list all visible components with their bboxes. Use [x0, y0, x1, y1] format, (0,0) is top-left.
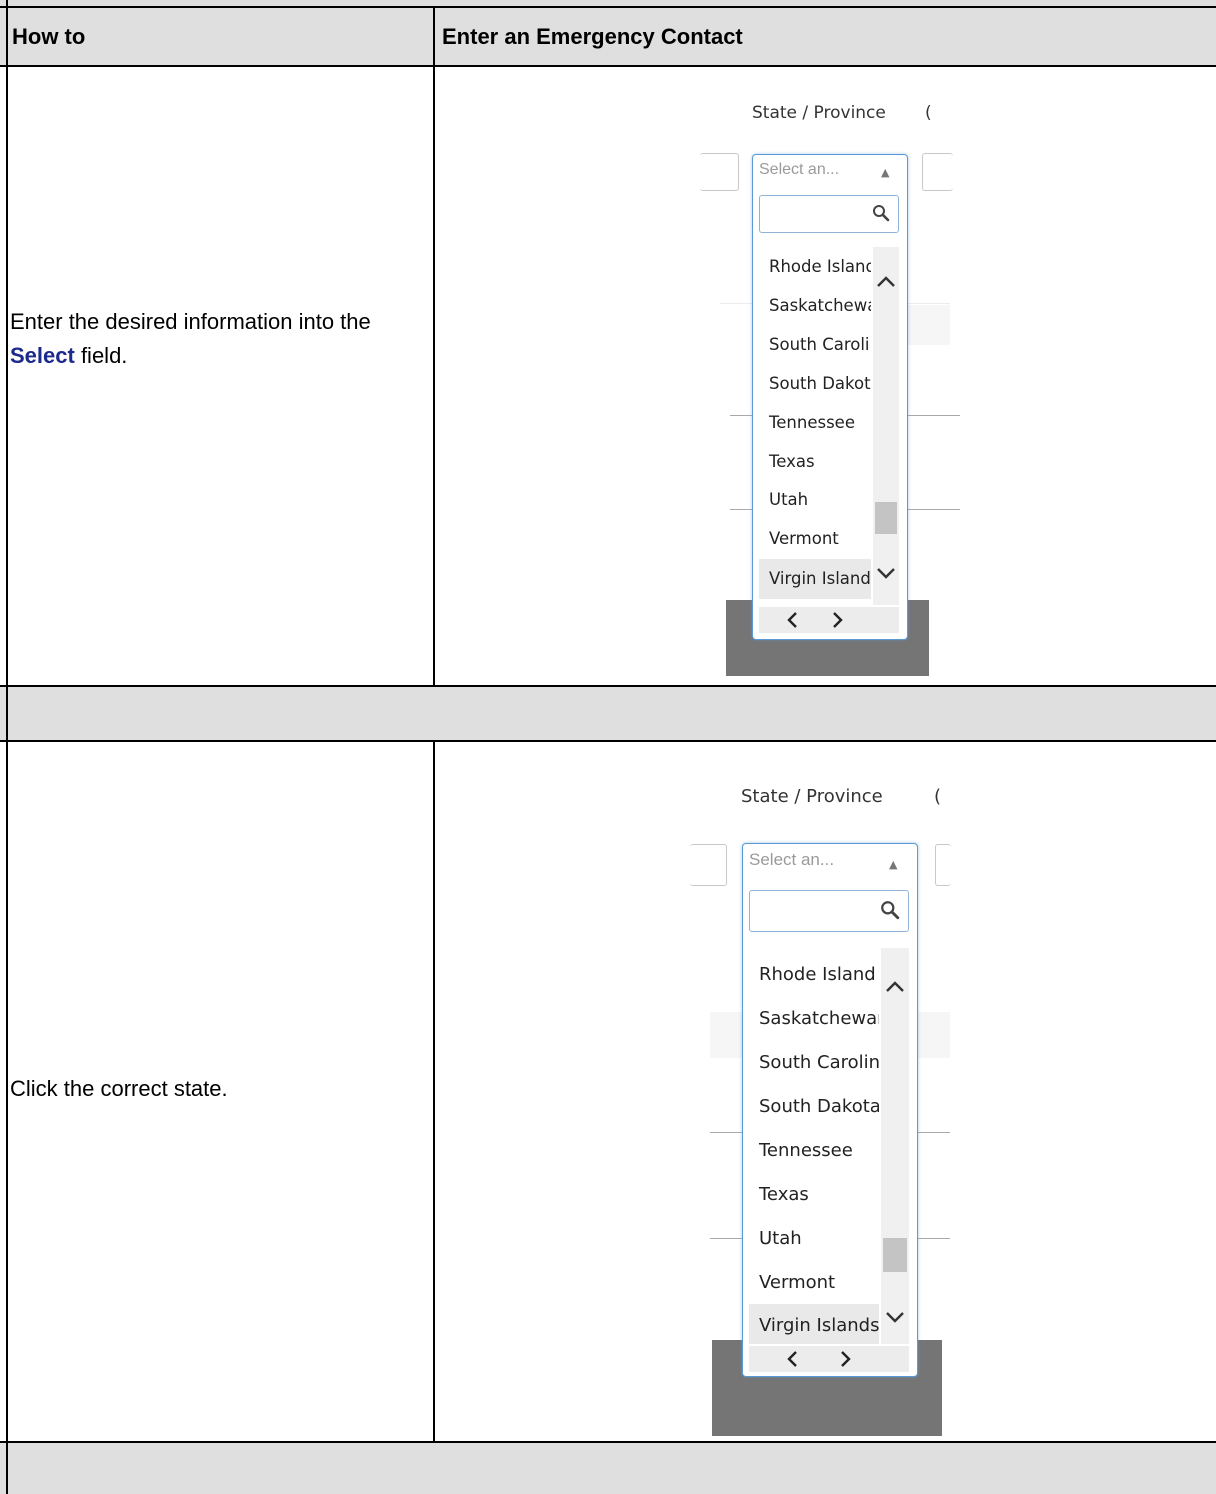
- table-border: [6, 0, 8, 1494]
- option-item[interactable]: Tennessee: [759, 413, 855, 432]
- chevron-down-icon[interactable]: [875, 566, 897, 580]
- adjacent-field-right: [922, 153, 953, 191]
- pager-bar: [749, 1346, 909, 1372]
- option-item[interactable]: South Carolina: [759, 335, 871, 354]
- chevron-right-icon[interactable]: [839, 1350, 853, 1368]
- search-input[interactable]: [759, 195, 899, 233]
- adjacent-field-left: [700, 153, 739, 191]
- option-item[interactable]: Vermont: [749, 1272, 835, 1293]
- search-icon: [881, 901, 900, 920]
- state-select-dropdown[interactable]: Select an... ▲ Rhode Island Saskatchewan…: [752, 154, 908, 640]
- options-list: Rhode Island Saskatchewan South Carolina…: [759, 247, 871, 605]
- table-border: [0, 740, 1216, 742]
- table-border: [0, 65, 1216, 67]
- row1-instruction: Enter the desired information into the S…: [10, 305, 428, 373]
- chevron-up-icon[interactable]: [884, 980, 906, 994]
- option-item[interactable]: South Dakota: [759, 374, 871, 393]
- state-province-label: State / Province: [741, 786, 883, 807]
- scrollbar-thumb[interactable]: [875, 502, 897, 534]
- scrollbar-thumb[interactable]: [883, 1238, 907, 1272]
- option-item-highlighted[interactable]: Virgin Islands: [759, 559, 871, 599]
- caret-up-icon[interactable]: ▲: [881, 166, 889, 179]
- option-item[interactable]: Texas: [759, 452, 815, 471]
- option-item[interactable]: Texas: [749, 1184, 809, 1205]
- table-border: [0, 6, 1216, 8]
- select-placeholder[interactable]: Select an...: [749, 850, 834, 870]
- table-border: [433, 740, 435, 1442]
- options-list: Rhode Island Saskatchewan South Carolina…: [749, 948, 879, 1344]
- option-item[interactable]: Utah: [759, 490, 808, 509]
- option-item[interactable]: Rhode Island: [759, 257, 871, 276]
- option-item[interactable]: South Dakota: [749, 1096, 879, 1117]
- search-icon: [873, 205, 890, 222]
- chevron-down-icon[interactable]: [884, 1310, 906, 1324]
- pager-bar: [759, 607, 899, 633]
- row2-instruction: Click the correct state.: [10, 1076, 228, 1101]
- caret-up-icon[interactable]: ▲: [889, 858, 897, 871]
- table-border: [0, 685, 1216, 687]
- select-keyword: Select: [10, 343, 75, 368]
- scrollbar-track[interactable]: [881, 948, 909, 1344]
- scrollbar-track[interactable]: [873, 247, 899, 605]
- option-item[interactable]: Saskatchewan: [759, 296, 871, 315]
- column-header-task: Enter an Emergency Contact: [442, 24, 743, 49]
- table-spacer-row-bottom: [0, 1442, 1216, 1494]
- screenshot-dropdown-2: State / Province ( Select an... ▲ Rhode …: [690, 780, 951, 1436]
- state-province-label: State / Province: [752, 103, 886, 123]
- chevron-left-icon[interactable]: [785, 1350, 799, 1368]
- option-item[interactable]: Tennessee: [749, 1140, 853, 1161]
- table-border: [0, 1441, 1216, 1443]
- adjacent-field-left: [690, 844, 727, 886]
- instruction-text: Enter the desired information into the: [10, 309, 371, 334]
- next-field-label: (: [925, 103, 932, 123]
- next-field-label: (: [934, 786, 942, 807]
- state-select-dropdown[interactable]: Select an... ▲ Rhode Island Saskatchewan…: [742, 843, 918, 1377]
- instruction-text-end: field.: [74, 343, 128, 368]
- chevron-left-icon[interactable]: [785, 611, 799, 629]
- column-header-how-to: How to: [12, 24, 86, 49]
- select-placeholder[interactable]: Select an...: [759, 161, 839, 179]
- table-spacer-row: [0, 686, 1216, 741]
- chevron-right-icon[interactable]: [831, 611, 845, 629]
- option-item[interactable]: Saskatchewan: [749, 1008, 879, 1029]
- search-input[interactable]: [749, 890, 909, 932]
- option-item[interactable]: South Carolina: [749, 1052, 879, 1073]
- option-item-highlighted[interactable]: Virgin Islands: [749, 1304, 879, 1344]
- adjacent-field-right: [935, 844, 951, 886]
- table-border: [433, 6, 435, 686]
- option-item[interactable]: Vermont: [759, 529, 839, 548]
- option-item[interactable]: Rhode Island: [749, 964, 876, 985]
- chevron-up-icon[interactable]: [875, 275, 897, 289]
- option-item[interactable]: Utah: [749, 1228, 802, 1249]
- screenshot-dropdown-1: State / Province ( Select an... ▲ Rhode …: [700, 95, 960, 680]
